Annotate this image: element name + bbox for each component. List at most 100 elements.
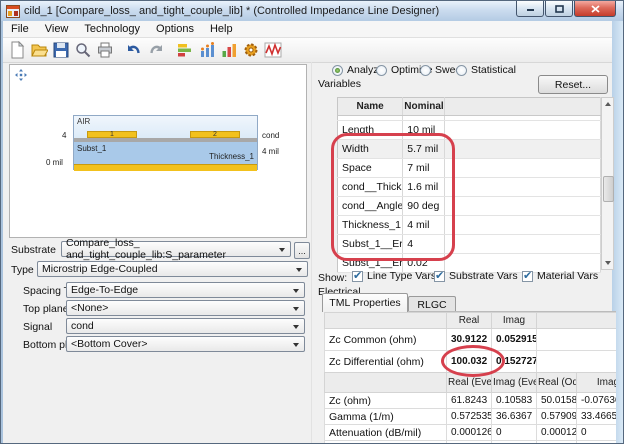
table-row[interactable]: Attenuation (dB/mil)0.00012631400.000127… <box>325 425 617 441</box>
checkbox-material-vars[interactable]: Material Vars <box>522 270 598 282</box>
table-row[interactable]: Space7 mil <box>338 159 601 178</box>
cond-name-label: cond <box>262 131 279 140</box>
value-cell: 0.0012776 <box>537 441 577 444</box>
substrate-dropdown[interactable]: Compare_loss_ and_tight_couple_lib:S_par… <box>61 241 291 257</box>
table-row[interactable]: Zc (ohm)61.82430.1058350.0158-0.0763633 <box>325 393 617 409</box>
type-dropdown[interactable]: Microstrip Edge-Coupled <box>37 261 308 277</box>
conductor-trace-2[interactable]: 2 <box>190 131 240 138</box>
signal-dropdown[interactable]: cond <box>66 318 305 334</box>
variables-scrollbar[interactable] <box>601 97 614 270</box>
tab-rlgc[interactable]: RLGC <box>408 296 456 312</box>
radio-label: Statistical <box>471 64 516 76</box>
tml-properties-pane: Real Imag Zc Common (ohm)30.91220.052915… <box>324 311 616 443</box>
app-icon <box>6 5 20 18</box>
substrate-browse-button[interactable]: ... <box>294 242 310 259</box>
imag-column-header: Imag <box>492 313 537 329</box>
radio-icon <box>456 65 467 76</box>
table-row[interactable]: Gamma (1/m)0.57253536.63670.57909133.466… <box>325 409 617 425</box>
menu-item-help[interactable]: Help <box>202 22 241 36</box>
var-empty-cell <box>445 235 601 254</box>
titlebar: cild_1 [Compare_loss_ and_tight_couple_l… <box>1 1 623 21</box>
row-label-cell: Gamma (1/m) <box>325 409 447 425</box>
checkbox-label: Substrate Vars <box>449 270 518 282</box>
value-cell: 0.00126314 <box>447 441 492 444</box>
conductor-trace-1[interactable]: 1 <box>87 131 137 138</box>
table-row[interactable]: Zc Common (ohm)30.91220.0529152 <box>325 329 617 351</box>
name-column-header[interactable]: Name <box>338 98 403 116</box>
var-empty-cell <box>445 159 601 178</box>
minimize-button[interactable] <box>516 1 544 17</box>
scroll-up-icon[interactable] <box>602 98 613 110</box>
checkbox-line-type-vars[interactable]: Line Type Vars <box>352 270 436 282</box>
open-folder-icon[interactable] <box>29 40 49 60</box>
imag-value-cell: 0.0529152 <box>492 329 537 351</box>
type-label: Type <box>11 264 34 276</box>
tab-tml-properties[interactable]: TML Properties <box>322 293 408 312</box>
mode-radio-statistical[interactable]: Statistical <box>456 64 516 76</box>
value-cell: 0 <box>492 441 537 444</box>
table-row[interactable]: Subst_1__Er__Real4 <box>338 235 601 254</box>
window-title: cild_1 [Compare_loss_ and_tight_couple_l… <box>24 5 439 17</box>
value-cell: -0.0763633 <box>577 393 617 409</box>
empty-cell <box>537 329 617 351</box>
bar-chart-icon[interactable] <box>175 40 195 60</box>
new-document-icon[interactable] <box>7 40 27 60</box>
table-row[interactable]: Width5.7 mil <box>338 140 601 159</box>
checkbox-icon <box>522 271 533 282</box>
var-name-cell: Subst_1__Er__Real <box>338 235 403 254</box>
gear-icon[interactable] <box>241 40 261 60</box>
undo-icon[interactable] <box>124 40 144 60</box>
scroll-down-icon[interactable] <box>602 257 613 269</box>
var-nominal-cell: 4 <box>403 235 445 254</box>
var-name-cell: cond__Thickness <box>338 178 403 197</box>
reset-button[interactable]: Reset... <box>538 75 608 94</box>
var-nominal-cell: 10 mil <box>403 121 445 140</box>
thickness-label: Thickness_1 <box>209 152 254 161</box>
value-cell: 0.00012776 <box>537 425 577 441</box>
var-name-cell: cond__Angle <box>338 197 403 216</box>
table-row[interactable]: Length10 mil <box>338 121 601 140</box>
imag-even-column-header: Imag (Even) <box>492 373 537 393</box>
top-plane-dropdown[interactable]: <None> <box>66 300 305 316</box>
nominal-column-header[interactable]: Nominal <box>403 98 445 116</box>
redo-icon[interactable] <box>146 40 166 60</box>
menu-item-technology[interactable]: Technology <box>76 22 148 36</box>
row-label-cell: Zc (ohm) <box>325 393 447 409</box>
cross-section-canvas[interactable]: AIR 1 2 Subst_1 Thickness_1 4 0 mil cond… <box>9 64 307 238</box>
var-empty-cell <box>445 121 601 140</box>
menu-item-view[interactable]: View <box>37 22 77 36</box>
menu-item-options[interactable]: Options <box>148 22 202 36</box>
zc-table: Real Imag Zc Common (ohm)30.91220.052915… <box>324 312 616 373</box>
scrollbar-thumb[interactable] <box>603 176 614 202</box>
table-row[interactable]: Attenuation (dB)0.0012631400.00127760 <box>325 441 617 444</box>
real-value-cell: 100.032 <box>447 351 492 373</box>
table-row[interactable]: Zc Differential (ohm)100.0320.152727 <box>325 351 617 373</box>
table-row[interactable]: cond__Thickness1.6 mil <box>338 178 601 197</box>
radio-icon <box>376 65 387 76</box>
real-value-cell: 30.9122 <box>447 329 492 351</box>
var-name-cell: Space <box>338 159 403 178</box>
waveform-icon[interactable] <box>263 40 283 60</box>
value-cell: 33.4665 <box>577 409 617 425</box>
save-icon[interactable] <box>51 40 71 60</box>
substrate-layer: Subst_1 Thickness_1 <box>74 142 257 164</box>
mode-header-row: Real (Even) Imag (Even) Real (Odd) Imag … <box>325 373 617 393</box>
var-empty-cell <box>445 197 601 216</box>
column-chart-icon[interactable] <box>219 40 239 60</box>
zoom-icon[interactable] <box>73 40 93 60</box>
scatter-chart-icon[interactable] <box>197 40 217 60</box>
table-row[interactable]: cond__Angle90 deg <box>338 197 601 216</box>
close-button[interactable] <box>574 1 616 17</box>
value-cell: 50.0158 <box>537 393 577 409</box>
var-nominal-cell: 7 mil <box>403 159 445 178</box>
spacing-type-dropdown[interactable]: Edge-To-Edge <box>66 282 305 298</box>
bottom-plane-dropdown[interactable]: <Bottom Cover> <box>66 336 305 352</box>
imag-odd-column-header: Imag (Odd <box>577 373 617 393</box>
maximize-button[interactable] <box>545 1 573 17</box>
checkbox-substrate-vars[interactable]: Substrate Vars <box>434 270 518 282</box>
value-cell: 0 <box>577 425 617 441</box>
print-icon[interactable] <box>95 40 115 60</box>
menu-item-file[interactable]: File <box>3 22 37 36</box>
checkbox-icon <box>352 271 363 282</box>
table-row[interactable]: Thickness_14 mil <box>338 216 601 235</box>
